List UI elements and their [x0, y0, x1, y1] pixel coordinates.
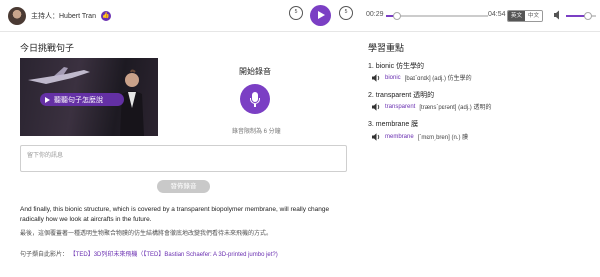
key-point-word[interactable]: transparent [385, 104, 415, 110]
volume-icon[interactable] [554, 10, 562, 20]
speaker-icon[interactable] [372, 73, 381, 82]
host-avatar [8, 7, 26, 25]
record-button[interactable] [240, 84, 270, 114]
volume-fill [566, 15, 586, 17]
rewind-button[interactable]: 5 [289, 6, 303, 20]
source-line: 句子擷自此影片： 【TED】3D列印未來飛機（【TED】Bastian Scha… [20, 249, 278, 258]
play-button[interactable] [310, 5, 331, 26]
current-time: 00:29 [366, 11, 384, 18]
key-point-phonetic: [trænsˋpɛrənt] (adj.) 透明的 [419, 105, 492, 111]
source-prefix: 句子擷自此影片： [20, 252, 69, 258]
audio-player-bar: 主持人：Hubert Tran 👍 5 5 00:29 04:54 英文 中文 [0, 0, 600, 32]
speaker-icon[interactable] [372, 132, 381, 141]
key-points-title: 學習重點 [368, 43, 405, 53]
rewind-5-icon: 5 [289, 6, 303, 20]
total-time: 04:54 [488, 11, 506, 18]
language-option-zh[interactable]: 中文 [525, 11, 543, 21]
key-point-phonetic: [baɪˋɑnɪk] (adj.) 仿生學的 [404, 76, 472, 82]
language-option-en[interactable]: 英文 [508, 11, 526, 21]
key-point-word[interactable]: bionic [385, 75, 401, 81]
play-triangle-icon [45, 96, 50, 103]
listen-sentence-button[interactable]: 聽聽句子怎麼說 [40, 93, 124, 106]
host-info: 主持人：Hubert Tran 👍 [8, 7, 111, 25]
key-point-phonetic: [ˋmɛm͵bren] (n.) 膜 [417, 135, 469, 141]
speaker-icon[interactable] [372, 102, 381, 111]
sentence-chinese: 最後，這個覆蓋著一種透明生物聚合物膜的仿生結構將會徹底地改變我們看待未來飛機的方… [20, 231, 273, 237]
forward-5-icon: 5 [339, 6, 353, 20]
progress-track[interactable] [386, 15, 488, 17]
key-point-word[interactable]: membrane [385, 134, 414, 140]
key-point-definition: bionic [baɪˋɑnɪk] (adj.) 仿生學的 [372, 73, 472, 82]
message-input[interactable]: 留下你的訊息 [20, 145, 347, 172]
section-title: 今日挑戰句子 [20, 43, 75, 53]
key-point-definition: membrane [ˋmɛm͵bren] (n.) 膜 [372, 132, 468, 141]
airplane-illustration [28, 67, 90, 84]
key-point-definition: transparent [trænsˋpɛrənt] (adj.) 透明的 [372, 102, 491, 111]
volume-handle[interactable] [584, 12, 592, 20]
listen-sentence-label: 聽聽句子怎麼說 [54, 96, 103, 104]
key-point-heading: 1. bionic 仿生學的 [368, 63, 425, 70]
publish-recording-button[interactable]: 發佈錄音 [157, 180, 210, 193]
like-icon[interactable]: 👍 [100, 11, 111, 21]
language-toggle[interactable]: 英文 中文 [507, 10, 544, 22]
key-point-heading: 2. transparent 透明的 [368, 92, 435, 99]
record-title: 開始錄音 [239, 67, 271, 76]
key-point-heading: 3. membrane 膜 [368, 121, 419, 128]
sentence-english: And finally, this bionic structure, whic… [20, 206, 330, 223]
host-label: 主持人：Hubert Tran [31, 13, 96, 20]
forward-button[interactable]: 5 [339, 6, 353, 20]
source-video-link[interactable]: 【TED】3D列印未來飛機（【TED】Bastian Schaefer: A 3… [70, 252, 278, 258]
progress-handle[interactable] [393, 12, 401, 20]
record-hint: 錄音限制為 6 分鐘 [232, 129, 281, 135]
